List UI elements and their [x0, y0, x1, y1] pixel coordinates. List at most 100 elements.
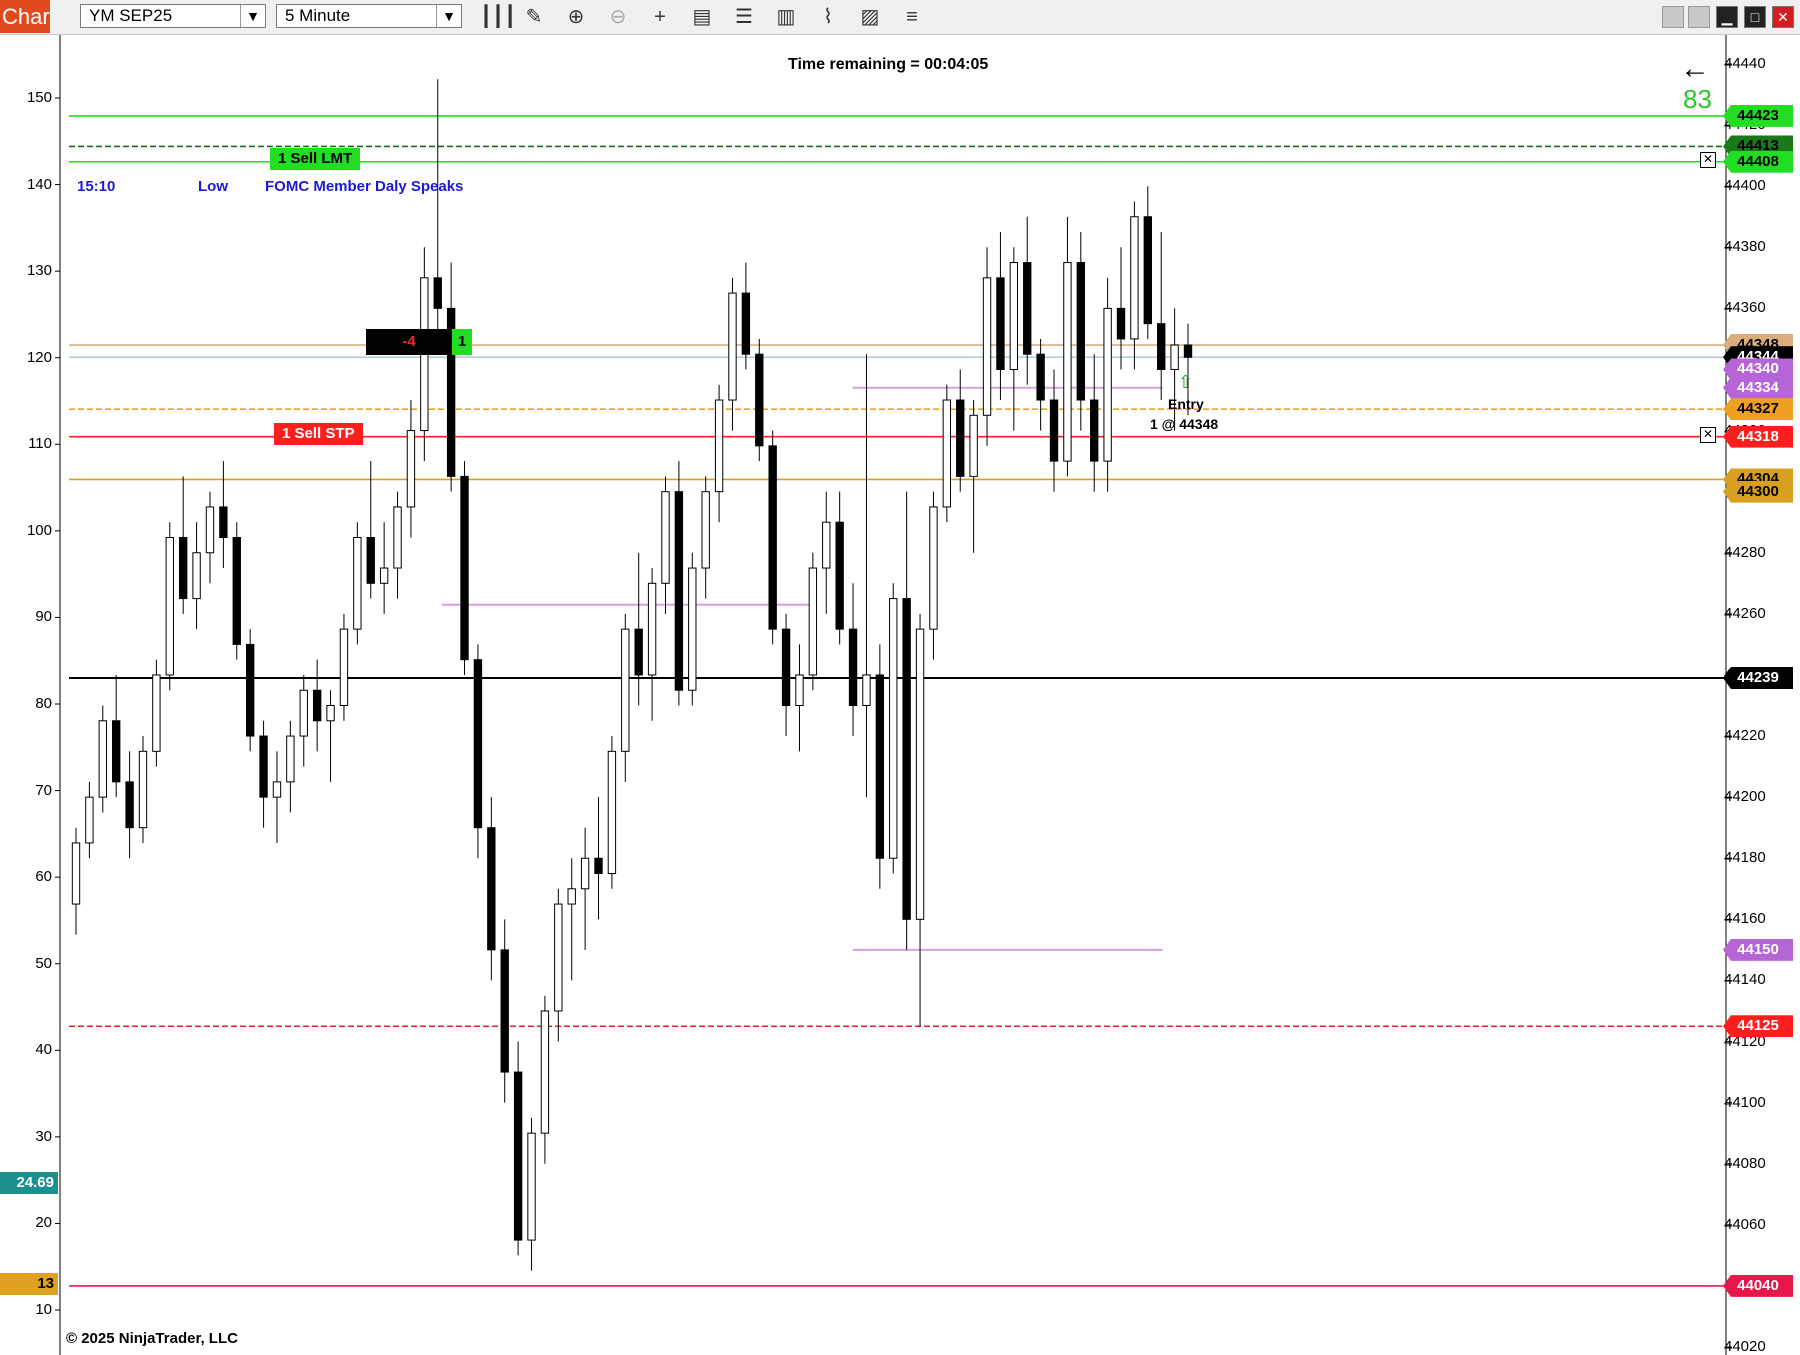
list-icon[interactable]: ≡	[898, 4, 926, 30]
back-arrow-icon[interactable]: ←	[1680, 52, 1710, 86]
price-tag-44318: 44318	[1723, 425, 1793, 448]
price-axis-label: 44060	[1724, 1215, 1766, 1233]
candle-body	[795, 674, 804, 707]
news-event: FOMC Member Daly Speaks	[265, 178, 464, 195]
position-pnl[interactable]: -4	[366, 329, 452, 355]
candle-body	[112, 720, 121, 783]
candle-body	[219, 506, 228, 538]
candle-body	[1023, 262, 1032, 355]
candle-body	[1143, 216, 1152, 325]
price-chart[interactable]	[0, 35, 1800, 1355]
candle-body	[71, 842, 81, 905]
candle-body	[366, 536, 375, 584]
candle-body	[567, 888, 576, 905]
chevron-down-icon[interactable]: ▼	[436, 5, 461, 27]
candle-body	[996, 277, 1005, 370]
candle-body	[460, 475, 469, 661]
oscillator-tag-24.69: 24.69	[0, 1171, 58, 1194]
candle-body	[1090, 399, 1099, 462]
candle-body	[701, 491, 710, 569]
candle-body	[915, 628, 925, 920]
tile-window-button[interactable]	[1662, 6, 1684, 28]
cancel-sell-stop-icon[interactable]: ✕	[1700, 427, 1716, 443]
price-axis-label: 44200	[1724, 788, 1766, 806]
price-tag-44408: 44408	[1723, 150, 1793, 173]
candle-body	[326, 705, 335, 722]
candle-body	[661, 491, 670, 584]
candle-body	[152, 674, 161, 752]
candle-body	[245, 643, 255, 737]
price-axis-label: 44220	[1724, 727, 1766, 745]
candle-body	[942, 399, 952, 508]
candle-body	[929, 506, 938, 630]
candle-body	[1157, 323, 1166, 370]
candle-body	[1170, 344, 1179, 370]
entry-arrow-icon: ⇧	[1178, 372, 1194, 392]
candle-body	[393, 506, 402, 569]
candle-body	[98, 720, 107, 798]
candle-body	[205, 506, 215, 554]
oscillator-axis-label: 110	[28, 435, 52, 453]
strategies-icon[interactable]: ▥	[772, 4, 800, 30]
sell-limit-order-label[interactable]: 1 Sell LMT	[270, 148, 361, 170]
price-tag-44125: 44125	[1723, 1015, 1793, 1038]
candle-body	[594, 857, 603, 875]
candle-body	[956, 399, 965, 477]
candle-body	[125, 781, 134, 829]
price-tag-44423: 44423	[1723, 104, 1793, 127]
candle-body	[728, 292, 737, 401]
price-axis-label: 44440	[1724, 55, 1766, 72]
candle-body	[406, 430, 416, 508]
candle-body	[232, 536, 241, 645]
data-box-icon[interactable]: ▤	[688, 4, 716, 30]
candle-body	[286, 735, 295, 783]
oscillator-tag-13: 13	[0, 1273, 58, 1296]
candle-body	[433, 277, 442, 309]
candle-body	[379, 567, 389, 584]
draw-pencil-icon[interactable]: ✎	[520, 4, 548, 30]
candle-body	[808, 567, 818, 676]
zoom-out-icon[interactable]: ⊖	[604, 4, 632, 30]
price-axis-label: 44400	[1724, 177, 1766, 195]
candle-body	[1049, 399, 1059, 462]
candle-body	[607, 750, 617, 875]
chevron-down-icon[interactable]: ▼	[240, 5, 265, 27]
oscillator-axis-label: 120	[26, 348, 52, 366]
crosshair-icon[interactable]: +	[646, 4, 674, 30]
oscillator-axis-label: 60	[35, 868, 52, 886]
properties-icon[interactable]: ☰	[730, 4, 758, 30]
candle-body	[192, 552, 201, 600]
candle-body	[822, 521, 831, 569]
maximize-button[interactable]: □	[1744, 6, 1766, 28]
candle-body	[755, 353, 764, 447]
oscillator-axis-label: 50	[35, 954, 52, 972]
bar-type-icon[interactable]: ┃┃┃	[480, 4, 516, 30]
candle-body	[768, 445, 777, 630]
candle-body	[299, 689, 308, 737]
sell-stop-order-label[interactable]: 1 Sell STP	[274, 423, 363, 445]
position-quantity[interactable]: 1	[452, 329, 472, 355]
minimize-button[interactable]: ▁	[1716, 6, 1738, 28]
price-axis-label: 44160	[1724, 910, 1766, 928]
interval-selector[interactable]: 5 Minute ▼	[276, 4, 462, 28]
chart-trader-icon[interactable]: ▨	[856, 4, 884, 30]
price-tag-44150: 44150	[1723, 938, 1793, 961]
candle-body	[312, 689, 322, 722]
oscillator-axis-label: 100	[26, 521, 52, 539]
chart-tab[interactable]: Chart	[0, 0, 50, 33]
entry-title: Entry	[1168, 396, 1204, 412]
restore-window-button[interactable]	[1688, 6, 1710, 28]
instrument-value: YM SEP25	[89, 6, 173, 25]
close-button[interactable]: ✕	[1772, 6, 1794, 28]
oscillator-axis-label: 130	[26, 262, 52, 280]
indicators-icon[interactable]: ⌇	[814, 4, 842, 30]
price-tag-44040: 44040	[1723, 1274, 1793, 1297]
instrument-selector[interactable]: YM SEP25 ▼	[80, 4, 266, 28]
candle-body	[353, 536, 362, 630]
candle-body	[554, 903, 563, 1012]
price-tag-44327: 44327	[1723, 398, 1793, 421]
oscillator-axis-label: 80	[35, 695, 52, 712]
candle-body	[982, 277, 992, 416]
cancel-sell-limit-icon[interactable]: ✕	[1700, 152, 1716, 168]
zoom-in-icon[interactable]: ⊕	[562, 4, 590, 30]
